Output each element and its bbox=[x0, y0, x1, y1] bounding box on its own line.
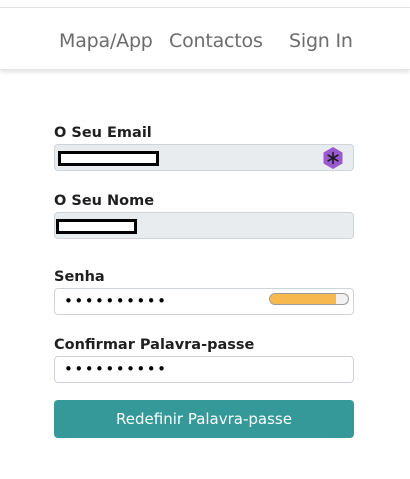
password-label: Senha bbox=[54, 269, 105, 285]
password-strength-fill bbox=[270, 294, 337, 304]
reset-password-button[interactable]: Redefinir Palavra-passe bbox=[54, 400, 354, 438]
nav-link-mapa-app[interactable]: Mapa/App bbox=[59, 30, 153, 52]
redacted-email-value bbox=[58, 151, 159, 166]
nav-link-contactos[interactable]: Contactos bbox=[169, 30, 263, 52]
password-field[interactable]: •••••••••• bbox=[54, 288, 354, 315]
confirm-password-label: Confirmar Palavra-passe bbox=[54, 337, 255, 353]
top-edge bbox=[0, 0, 410, 8]
password-manager-extension-icon[interactable] bbox=[321, 146, 345, 170]
nav-link-sign-in[interactable]: Sign In bbox=[289, 30, 353, 52]
password-strength-meter bbox=[269, 293, 349, 305]
email-field[interactable] bbox=[54, 144, 354, 171]
confirm-password-field[interactable]: •••••••••• bbox=[54, 356, 354, 383]
redacted-name-value bbox=[56, 219, 137, 234]
navbar: Mapa/App Contactos Sign In bbox=[0, 8, 410, 70]
password-masked-value: •••••••••• bbox=[64, 292, 168, 310]
name-field[interactable] bbox=[54, 212, 354, 239]
email-label: O Seu Email bbox=[54, 125, 152, 141]
name-label: O Seu Nome bbox=[54, 193, 155, 209]
confirm-password-masked-value: •••••••••• bbox=[64, 360, 168, 378]
